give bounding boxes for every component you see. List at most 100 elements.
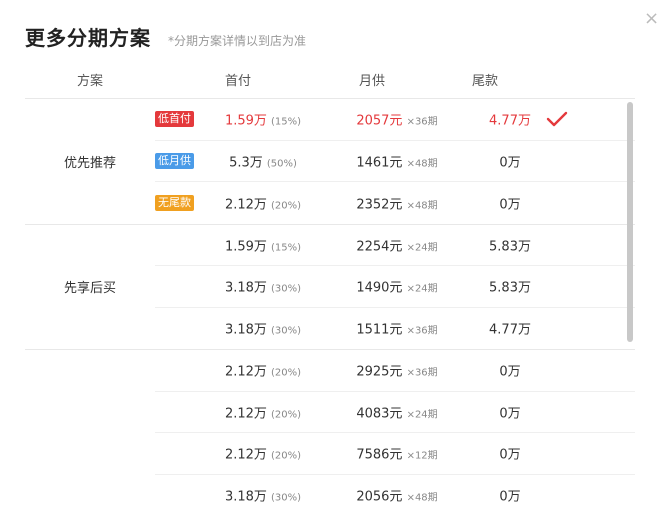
down-payment: 5.3万 bbox=[229, 155, 263, 171]
column-header-monthly: 月供 bbox=[358, 74, 386, 89]
monthly-payment: 7586元 bbox=[356, 447, 403, 463]
monthly-payment: 1461元 bbox=[356, 155, 403, 171]
down-payment-percent: (30%) bbox=[271, 492, 302, 503]
term: ×48期 bbox=[406, 200, 438, 212]
plan-group: 优先推荐 低首付 1.59万 (15%) 2057元 ×36期 4.77万低月供 5.3万… bbox=[25, 99, 635, 224]
down-payment-cell: 1.59万 (15%) bbox=[225, 235, 301, 254]
tail-payment: 0万 bbox=[499, 406, 521, 422]
down-payment-cell: 3.18万 (30%) bbox=[225, 486, 301, 503]
down-payment-percent: (20%) bbox=[271, 450, 302, 462]
table-row[interactable]: 低月供 5.3万 (50%) 1461元 ×48期 0万 bbox=[155, 141, 635, 182]
column-header-tail: 尾款 bbox=[471, 74, 499, 89]
table-row[interactable]: 3.18万 (30%) 1511元 ×36期 4.77万 bbox=[155, 308, 635, 350]
down-payment: 2.12万 bbox=[224, 406, 267, 422]
tail-payment: 0万 bbox=[499, 364, 521, 380]
down-payment-cell: 3.18万 (30%) bbox=[225, 277, 301, 296]
monthly-cell: 1461元 ×48期 bbox=[356, 151, 437, 170]
monthly-cell: 2254元 ×24期 bbox=[356, 235, 437, 254]
table-body[interactable]: 优先推荐 低首付 1.59万 (15%) 2057元 ×36期 4.77万 低月供 5.3万… bbox=[25, 98, 635, 503]
down-payment-percent: (20%) bbox=[271, 200, 302, 212]
down-payment-cell: 2.12万 (20%) bbox=[225, 444, 301, 463]
monthly-payment: 1511元 bbox=[356, 322, 403, 338]
monthly-payment: 2254元 bbox=[356, 239, 403, 255]
tail-payment: 4.77万 bbox=[489, 322, 531, 338]
down-payment-percent: (30%) bbox=[271, 325, 302, 337]
monthly-cell: 2925元 ×36期 bbox=[356, 361, 437, 380]
table-row[interactable]: 无尾款 2.12万 (20%) 2352元 ×48期 0万 bbox=[155, 182, 635, 224]
tail-payment: 4.77万 bbox=[489, 113, 531, 129]
check-icon bbox=[546, 112, 568, 127]
column-header-plan: 方案 bbox=[76, 74, 104, 89]
down-payment-cell: 2.12万 (20%) bbox=[225, 402, 301, 421]
table-row[interactable]: 1.59万 (15%) 2254元 ×24期 5.83万 bbox=[155, 225, 635, 266]
term: ×24期 bbox=[406, 409, 438, 421]
plan-group: 2.12万 (20%) 2925元 ×36期 0万 2.12万 (20%) 4083元 … bbox=[25, 349, 635, 503]
table-row[interactable]: 2.12万 (20%) 4083元 ×24期 0万 bbox=[155, 392, 635, 433]
table-row[interactable]: 3.18万 (30%) 2056元 ×48期 0万 bbox=[155, 475, 635, 503]
plan-badge: 低月供 bbox=[155, 152, 194, 169]
monthly-payment: 2056元 bbox=[356, 489, 403, 503]
close-icon[interactable]: × bbox=[644, 10, 659, 28]
down-payment-cell: 3.18万 (30%) bbox=[225, 319, 301, 338]
monthly-payment: 2925元 bbox=[356, 364, 403, 380]
down-payment-cell: 5.3万 (50%) bbox=[229, 151, 297, 170]
down-payment-cell: 2.12万 (20%) bbox=[225, 193, 301, 212]
down-payment: 2.12万 bbox=[224, 364, 267, 380]
down-payment: 2.12万 bbox=[224, 447, 267, 463]
tail-payment: 0万 bbox=[499, 155, 521, 171]
term: ×36期 bbox=[406, 367, 438, 379]
table-row[interactable]: 3.18万 (30%) 1490元 ×24期 5.83万 bbox=[155, 266, 635, 308]
monthly-cell: 2057元 ×36期 bbox=[356, 110, 437, 129]
term: ×24期 bbox=[406, 242, 438, 254]
down-payment-cell: 2.12万 (20%) bbox=[225, 361, 301, 380]
table-row[interactable]: 2.12万 (20%) 7586元 ×12期 0万 bbox=[155, 433, 635, 475]
plan-group: 先享后买 1.59万 (15%) 2254元 ×24期 5.83万 3.18万 (30%… bbox=[25, 223, 635, 350]
tail-payment: 5.83万 bbox=[489, 280, 531, 296]
down-payment-percent: (20%) bbox=[271, 367, 302, 379]
down-payment: 3.18万 bbox=[224, 489, 267, 503]
monthly-payment: 2057元 bbox=[356, 113, 403, 129]
monthly-cell: 1511元 ×36期 bbox=[356, 319, 437, 338]
down-payment-cell: 1.59万 (15%) bbox=[225, 110, 301, 129]
monthly-payment: 4083元 bbox=[356, 406, 403, 422]
term: ×48期 bbox=[406, 492, 438, 503]
table-row[interactable]: 2.12万 (20%) 2925元 ×36期 0万 bbox=[155, 350, 635, 392]
group-name: 优先推荐 bbox=[63, 155, 116, 171]
tail-payment: 0万 bbox=[499, 447, 521, 463]
tail-payment: 0万 bbox=[499, 197, 521, 213]
down-payment-percent: (15%) bbox=[271, 116, 302, 128]
dialog-subtitle: *分期方案详情以到店为准 bbox=[168, 34, 307, 48]
table-row[interactable]: 低首付 1.59万 (15%) 2057元 ×36期 4.77万 bbox=[155, 99, 635, 141]
down-payment: 3.18万 bbox=[224, 280, 267, 296]
term: ×36期 bbox=[406, 325, 438, 337]
column-header-down: 首付 bbox=[224, 74, 252, 89]
monthly-cell: 1490元 ×24期 bbox=[356, 277, 437, 296]
term: ×48期 bbox=[406, 158, 438, 170]
tail-payment: 0万 bbox=[499, 489, 521, 503]
down-payment-percent: (50%) bbox=[266, 158, 297, 170]
monthly-cell: 7586元 ×12期 bbox=[356, 444, 437, 463]
monthly-cell: 4083元 ×24期 bbox=[356, 402, 437, 421]
down-payment: 1.59万 bbox=[224, 113, 267, 129]
monthly-cell: 2352元 ×48期 bbox=[356, 193, 437, 212]
down-payment: 1.59万 bbox=[224, 239, 267, 255]
monthly-payment: 2352元 bbox=[356, 197, 403, 213]
group-name: 先享后买 bbox=[63, 281, 116, 297]
down-payment: 2.12万 bbox=[224, 197, 267, 213]
group-name bbox=[25, 350, 155, 503]
down-payment: 3.18万 bbox=[224, 322, 267, 338]
down-payment-percent: (15%) bbox=[271, 242, 302, 254]
monthly-payment: 1490元 bbox=[356, 280, 403, 296]
plan-badge: 低首付 bbox=[155, 111, 194, 128]
down-payment-percent: (30%) bbox=[271, 283, 302, 295]
monthly-cell: 2056元 ×48期 bbox=[356, 486, 437, 503]
scrollbar-thumb[interactable] bbox=[627, 102, 633, 342]
down-payment-percent: (20%) bbox=[271, 409, 302, 421]
plan-badge: 无尾款 bbox=[155, 194, 194, 211]
term: ×24期 bbox=[406, 283, 438, 295]
dialog-title: 更多分期方案 bbox=[25, 26, 151, 50]
term: ×12期 bbox=[406, 450, 438, 462]
tail-payment: 5.83万 bbox=[489, 239, 531, 255]
term: ×36期 bbox=[406, 116, 438, 128]
table-header: 方案 首付 月供 尾款 bbox=[0, 58, 670, 98]
